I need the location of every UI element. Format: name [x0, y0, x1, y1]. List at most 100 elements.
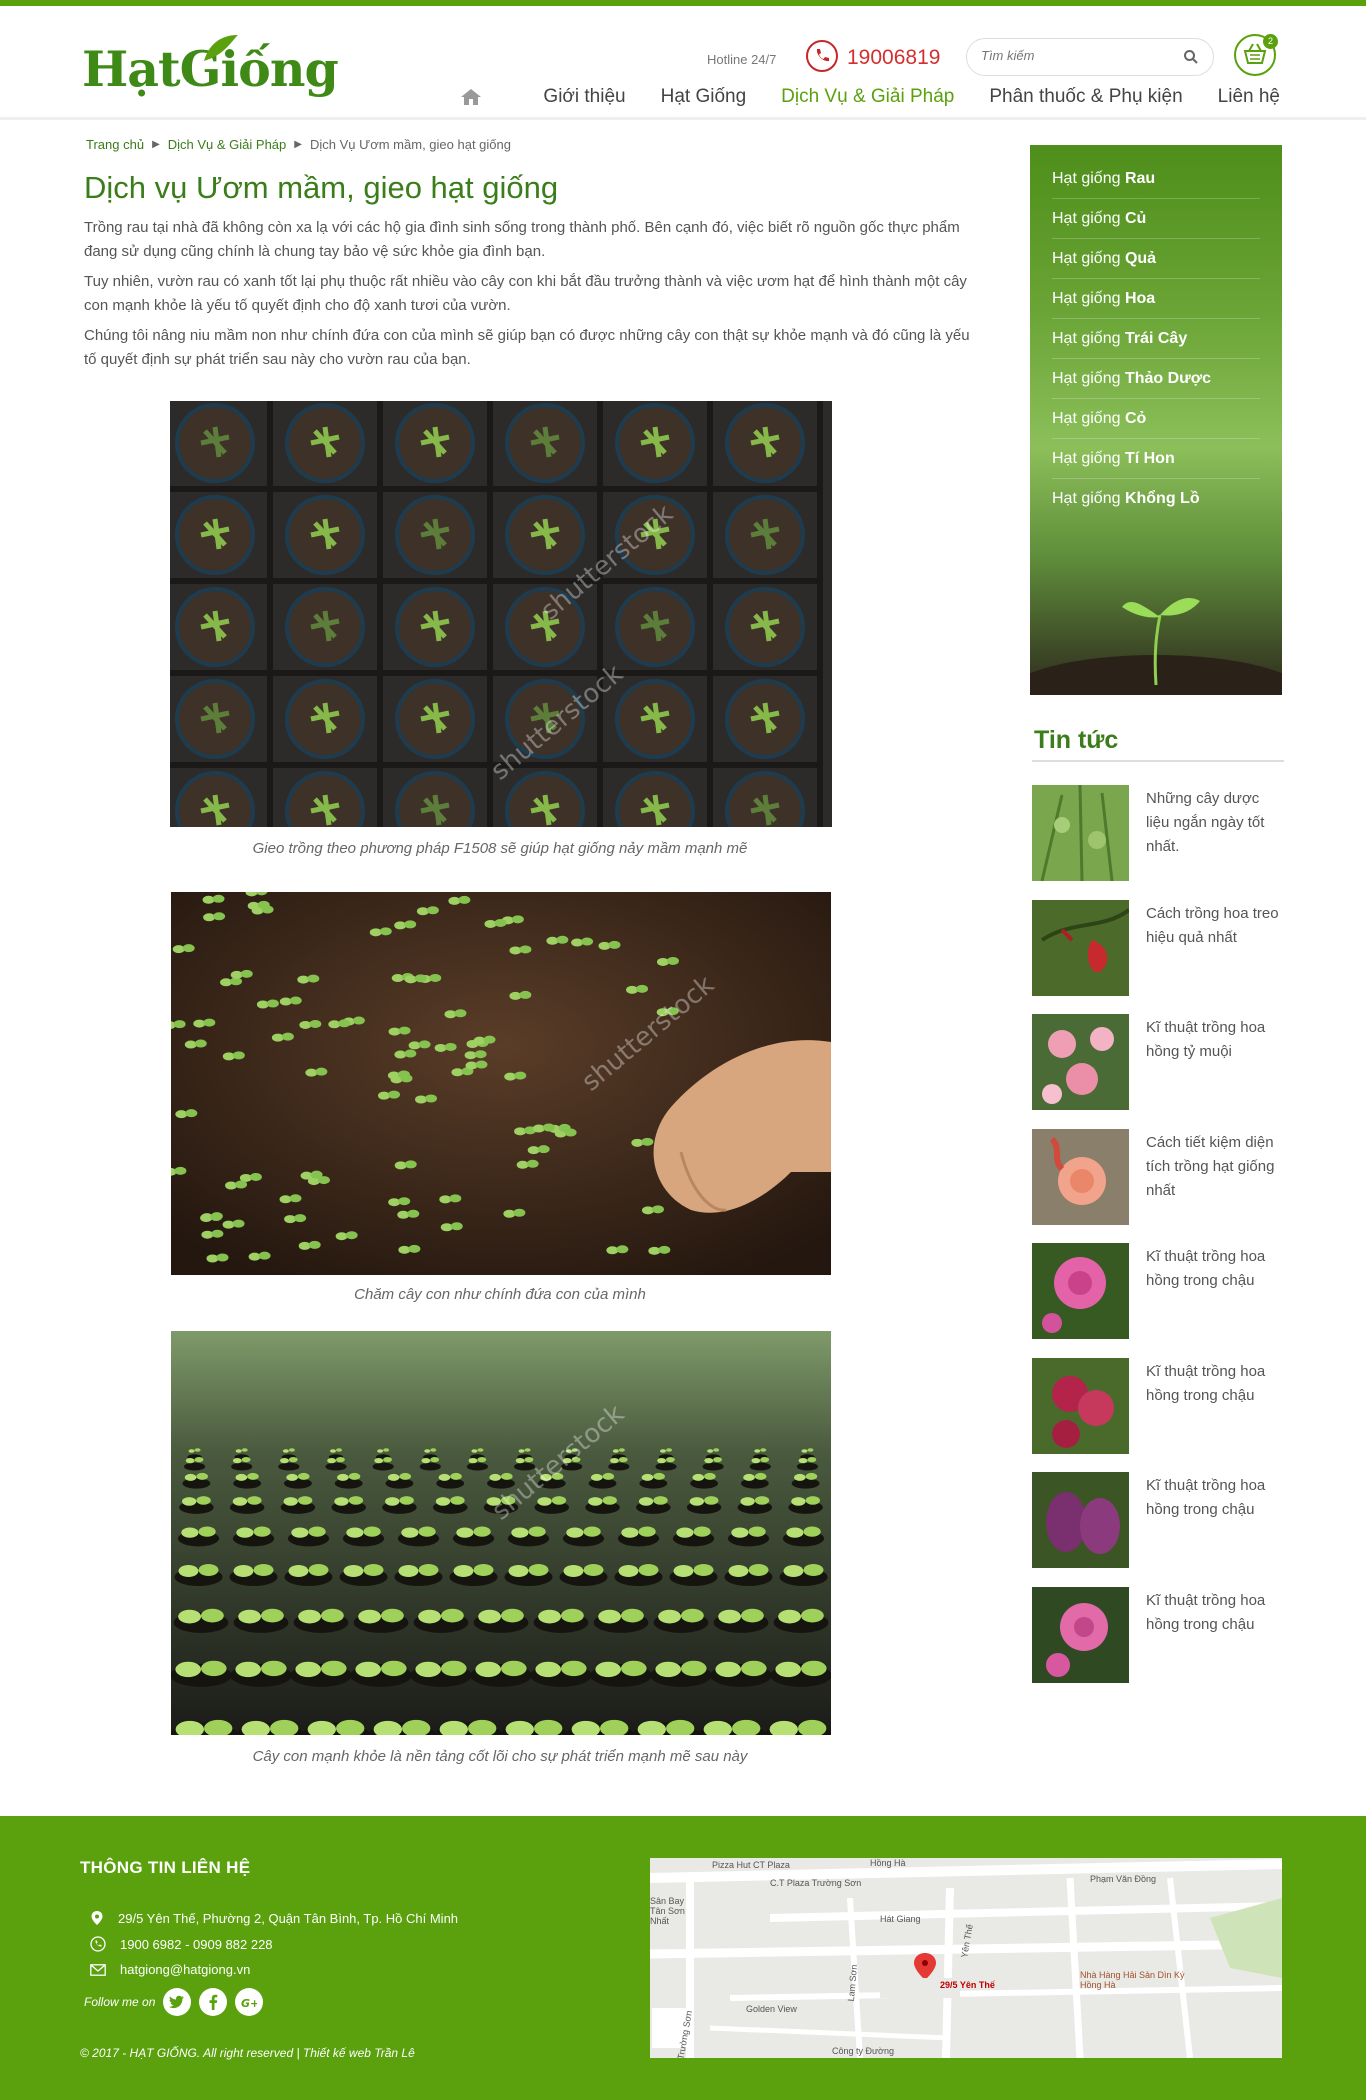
news-link[interactable]: Kĩ thuật trồng hoa hồng trong chậu	[1146, 1589, 1286, 1637]
article-paragraph: Chúng tôi nâng niu mầm non như chính đứa…	[84, 327, 970, 368]
news-link[interactable]: Kĩ thuật trồng hoa hồng trong chậu	[1146, 1245, 1286, 1293]
category-link[interactable]: Hạt giống Khổng Lồ	[1052, 479, 1260, 519]
news-item[interactable]: Kĩ thuật trồng hoa hồng trong chậu	[1032, 1472, 1292, 1568]
seed-category-menu: Hạt giống Rau Hạt giống Củ Hạt giống Quả Hạ…	[1030, 145, 1282, 695]
category-prefix: Hạt giống	[1052, 290, 1121, 307]
home-icon[interactable]	[460, 88, 482, 106]
breadcrumb-category[interactable]: Dịch Vụ & Giải Pháp	[168, 137, 287, 152]
search-input[interactable]	[981, 48, 1161, 63]
category-link[interactable]: Hạt giống Cỏ	[1052, 399, 1260, 439]
twitter-icon[interactable]	[163, 1988, 192, 2016]
map-label: Phạm Văn Đồng	[1090, 1874, 1157, 1884]
article-image-sprout-rows: shutterstock	[171, 1331, 831, 1735]
chevron-right-icon: ▶	[294, 139, 302, 150]
google-plus-icon[interactable]: G+	[235, 1988, 264, 2016]
news-thumbnail[interactable]	[1032, 785, 1129, 881]
news-item[interactable]: Những cây dược liệu ngắn ngày tốt nhất.	[1032, 785, 1292, 881]
category-name: Quả	[1124, 250, 1157, 267]
news-link[interactable]: Cách tiết kiệm diện tích trồng hạt giống…	[1146, 1131, 1286, 1203]
map-label: Hồng Hà	[870, 1858, 906, 1868]
category-name: Tí Hon	[1124, 450, 1175, 467]
category-name: Rau	[1124, 170, 1156, 187]
search-icon[interactable]	[1183, 49, 1199, 65]
category-link[interactable]: Hạt giống Củ	[1052, 199, 1260, 239]
image-caption: Chăm cây con như chính đứa con của mình	[354, 1286, 646, 1303]
breadcrumb-home[interactable]: Trang chủ	[86, 137, 144, 152]
article-paragraph: Trồng rau tại nhà đã không còn xa lạ với…	[84, 219, 960, 260]
facebook-icon[interactable]	[199, 1988, 228, 2016]
news-link[interactable]: Những cây dược liệu ngắn ngày tốt nhất.	[1146, 787, 1286, 859]
cart-button[interactable]: 2	[1234, 34, 1278, 76]
divider	[1032, 760, 1284, 762]
phone-text[interactable]: 1900 6982 - 0909 882 228	[120, 1937, 273, 1952]
article-image-seed-trays: shutterstock shutterstock	[170, 401, 832, 827]
news-heading: Tin tức	[1034, 726, 1119, 754]
cart-count-badge: 2	[1263, 34, 1278, 49]
news-thumbnail[interactable]	[1032, 1357, 1129, 1454]
news-item[interactable]: Kĩ thuật trồng hoa hồng trong chậu	[1032, 1357, 1292, 1454]
nav-lien-he[interactable]: Liên hệ	[1218, 86, 1280, 108]
map-label: Pizza Hut CT Plaza	[712, 1860, 790, 1870]
page-title: Dịch vụ Ươm mầm, gieo hạt giống	[84, 170, 559, 205]
map-label: Hát Giang	[880, 1914, 921, 1924]
category-prefix: Hạt giống	[1052, 450, 1121, 467]
news-thumbnail[interactable]	[1032, 899, 1129, 996]
nav-phan-thuoc[interactable]: Phân thuốc & Phụ kiện	[989, 86, 1182, 108]
nav-dich-vu[interactable]: Dịch Vụ & Giải Pháp	[781, 86, 954, 108]
site-footer: THÔNG TIN LIÊN HỆ 29/5 Yên Thế, Phường 2…	[0, 1816, 1366, 2100]
site-header: HạtGiống Hotline 24/7 19006819 2 Giới th…	[0, 6, 1366, 120]
news-thumbnail[interactable]	[1032, 1472, 1129, 1568]
category-prefix: Hạt giống	[1052, 170, 1121, 187]
category-link[interactable]: Hạt giống Tí Hon	[1052, 439, 1260, 479]
map-label: Nhà Hàng Hải Sản Dìn Ký Hồng Hà	[1080, 1970, 1185, 1990]
news-thumbnail[interactable]	[1032, 1586, 1129, 1683]
phone-icon	[806, 40, 838, 72]
news-thumbnail[interactable]	[1032, 1243, 1129, 1339]
email-text[interactable]: hatgiong@hatgiong.vn	[120, 1962, 250, 1977]
main-nav: Giới thiệu Hạt Giống Dịch Vụ & Giải Pháp…	[460, 86, 1280, 108]
category-name: Hoa	[1124, 290, 1156, 307]
breadcrumb-current: Dịch Vụ Ươm mầm, gieo hạt giống	[309, 137, 511, 152]
news-item[interactable]: Cách trồng hoa treo hiệu quả nhất	[1032, 899, 1292, 996]
contact-phone: 1900 6982 - 0909 882 228	[90, 1936, 273, 1952]
category-prefix: Hạt giống	[1052, 330, 1121, 347]
image-caption: Gieo trồng theo phương pháp F1508 sẽ giú…	[252, 840, 748, 857]
news-thumbnail[interactable]	[1032, 1014, 1129, 1110]
news-link[interactable]: Cách trồng hoa treo hiệu quả nhất	[1146, 902, 1286, 950]
sprout-illustration	[1030, 597, 1282, 695]
category-name: Khổng Lồ	[1124, 490, 1200, 507]
hotline-number[interactable]: 19006819	[847, 46, 940, 70]
nav-gioi-thieu[interactable]: Giới thiệu	[543, 86, 625, 108]
category-name: Thảo Dược	[1124, 370, 1212, 387]
news-item[interactable]: Kĩ thuật trồng hoa hồng trong chậu	[1032, 1243, 1292, 1339]
nav-hat-giong[interactable]: Hạt Giống	[661, 86, 747, 108]
news-item[interactable]: Kĩ thuật trồng hoa hồng tỷ muội	[1032, 1014, 1292, 1110]
breadcrumb: Trang chủ ▶ Dịch Vụ & Giải Pháp ▶ Dịch V…	[86, 137, 511, 152]
map-label: 29/5 Yên Thế	[940, 1980, 995, 1990]
category-link[interactable]: Hạt giống Hoa	[1052, 279, 1260, 319]
news-thumbnail[interactable]	[1032, 1128, 1129, 1225]
category-name: Củ	[1124, 210, 1147, 227]
news-item[interactable]: Kĩ thuật trồng hoa hồng trong chậu	[1032, 1586, 1292, 1683]
location-map[interactable]: Pizza Hut CT Plaza C.T Plaza Trường Sơn …	[650, 1858, 1282, 2058]
category-link[interactable]: Hạt giống Quả	[1052, 239, 1260, 279]
news-link[interactable]: Kĩ thuật trồng hoa hồng trong chậu	[1146, 1474, 1286, 1522]
category-prefix: Hạt giống	[1052, 370, 1121, 387]
category-link[interactable]: Hạt giống Thảo Dược	[1052, 359, 1260, 399]
category-prefix: Hạt giống	[1052, 410, 1121, 427]
copyright: © 2017 - HẠT GIỐNG. All right reserved |…	[80, 2046, 415, 2060]
category-link[interactable]: Hạt giống Rau	[1052, 159, 1260, 199]
news-link[interactable]: Kĩ thuật trồng hoa hồng trong chậu	[1146, 1360, 1286, 1408]
category-prefix: Hạt giống	[1052, 250, 1121, 267]
article-paragraph: Tuy nhiên, vườn rau có xanh tốt lại phụ …	[84, 273, 967, 314]
phone-icon	[90, 1936, 106, 1952]
category-link[interactable]: Hạt giống Trái Cây	[1052, 319, 1260, 359]
category-name: Trái Cây	[1124, 330, 1188, 347]
news-link[interactable]: Kĩ thuật trồng hoa hồng tỷ muội	[1146, 1016, 1286, 1064]
chevron-right-icon: ▶	[152, 139, 160, 150]
news-item[interactable]: Cách tiết kiệm diện tích trồng hạt giống…	[1032, 1128, 1292, 1225]
map-pin-icon	[91, 1911, 103, 1925]
map-label: Golden View	[746, 2004, 797, 2014]
category-prefix: Hạt giống	[1052, 210, 1121, 227]
email-icon	[90, 1963, 106, 1976]
